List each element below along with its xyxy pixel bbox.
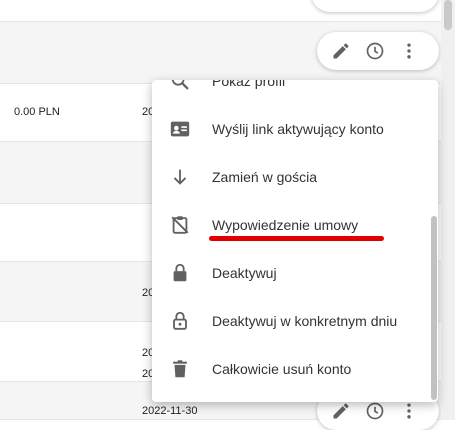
menu-item-label: Zamień w gościa (212, 169, 318, 185)
id-card-icon (168, 117, 192, 141)
amount-cell: 0.00 PLN (14, 106, 60, 118)
lock-outline-icon (168, 309, 192, 333)
row-actions (311, 0, 439, 12)
pencil-icon[interactable] (327, 37, 355, 65)
menu-item-deactivate-on-date[interactable]: Deaktywuj w konkretnym dniu (152, 297, 430, 345)
menu-item-convert-to-guest[interactable]: Zamień w gościa (152, 153, 430, 201)
menu-item-label: Pokaż profil (212, 80, 286, 89)
history-clock-icon[interactable] (361, 37, 389, 65)
annotation-underline (209, 236, 384, 241)
date-cell: 2022-11-30 (142, 405, 198, 417)
clipboard-off-icon (168, 213, 192, 237)
menu-item-label: Wypowiedzenie umowy (212, 217, 359, 233)
menu-item-label: Wyślij link aktywujący konto (212, 121, 384, 137)
row-actions (317, 32, 439, 70)
search-icon (168, 80, 192, 93)
trash-icon (168, 357, 192, 381)
menu-item-label: Deaktywuj w konkretnym dniu (212, 313, 398, 329)
lock-icon (168, 261, 192, 285)
menu-item-delete-account[interactable]: Całkowicie usuń konto (152, 345, 430, 393)
menu-item-label: Całkowicie usuń konto (212, 361, 352, 377)
page-scrollbar-thumb[interactable] (444, 0, 452, 30)
menu-item-deactivate[interactable]: Deaktywuj (152, 249, 430, 297)
menu-item-contract-termination[interactable]: Wypowiedzenie umowy (152, 201, 430, 249)
menu-item-show-profile[interactable]: Pokaż profil (152, 80, 430, 105)
menu-item-label: Deaktywuj (212, 265, 277, 281)
more-vert-icon[interactable] (395, 37, 423, 65)
page-scrollbar[interactable] (441, 0, 455, 420)
menu-scrollbar[interactable] (430, 80, 438, 402)
arrow-down-icon (168, 165, 192, 189)
menu-item-send-activation-link[interactable]: Wyślij link aktywujący konto (152, 105, 430, 153)
context-menu: Pokaż profil Wyślij link aktywujący kont… (152, 80, 438, 402)
menu-scrollbar-thumb[interactable] (431, 216, 437, 400)
